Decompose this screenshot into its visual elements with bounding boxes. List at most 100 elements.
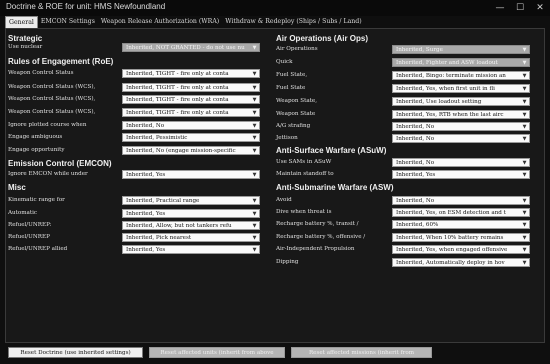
chevron-down-icon: ▼ <box>522 172 527 178</box>
tab-strip: General EMCON Settings Weapon Release Au… <box>5 16 365 28</box>
chevron-down-icon: ▼ <box>252 198 257 204</box>
chevron-down-icon: ▼ <box>252 148 257 154</box>
chevron-down-icon: ▼ <box>252 97 257 103</box>
section-emcon: Emission Control (EMCON) <box>8 159 112 168</box>
label-recharge-offensive: Recharge battery %, offensive / <box>276 234 366 240</box>
chevron-down-icon: ▼ <box>252 110 257 116</box>
chevron-down-icon: ▼ <box>522 86 527 92</box>
chevron-down-icon: ▼ <box>252 235 257 241</box>
chevron-down-icon: ▼ <box>252 45 257 51</box>
label-engage-opportunity: Engage opportunity <box>8 147 65 153</box>
section-strategic: Strategic <box>8 34 43 43</box>
label-engage-ambiguous: Engage ambiguous <box>8 134 63 140</box>
select-wcs-general[interactable]: Inherited, TIGHT - fire only at conta ▼ <box>122 69 260 78</box>
window-controls: — ☐ ✕ <box>490 0 550 16</box>
title-bar: Doctrine & ROE for unit: HMS Newfoundlan… <box>0 0 550 16</box>
select-engage-opportunity[interactable]: Inherited, No (engage mission-specific ▼ <box>122 146 260 155</box>
label-avoid: Avoid <box>276 197 292 203</box>
label-fuel-state-2: Fuel State <box>276 85 306 91</box>
label-ignore-plotted-course: Ignore plotted course when <box>8 122 87 128</box>
label-kinematic-range: Kinematic range for <box>8 197 65 203</box>
select-automatic[interactable]: Inherited, Yes ▼ <box>122 209 260 218</box>
select-recharge-offensive[interactable]: Inherited, When 10% battery remains ▼ <box>392 233 530 242</box>
reset-doctrine-button[interactable]: Reset Doctrine (use inherited settings) <box>8 347 143 358</box>
select-jettison[interactable]: Inherited, No ▼ <box>392 134 530 143</box>
select-recharge-transit[interactable]: Inherited, 60% ▼ <box>392 220 530 229</box>
label-quick: Quick <box>276 59 293 65</box>
label-use-sams-asuw: Use SAMs in ASuW <box>276 159 332 165</box>
reset-affected-units-button[interactable]: Reset affected units (inherit from above <box>149 347 285 358</box>
tab-withdraw-redeploy[interactable]: Withdraw & Redeploy (Ships / Subs / Land… <box>222 16 364 28</box>
label-automatic: Automatic <box>8 210 38 216</box>
label-air-operations: Air Operations <box>276 46 318 52</box>
chevron-down-icon: ▼ <box>522 99 527 105</box>
select-dipping[interactable]: Inherited, Automatically deploy in hov ▼ <box>392 258 530 267</box>
label-dive-when-threat: Dive when threat is <box>276 209 332 215</box>
select-avoid[interactable]: Inherited, No ▼ <box>392 196 530 205</box>
tab-general[interactable]: General <box>5 16 38 28</box>
chevron-down-icon: ▼ <box>522 260 527 266</box>
select-wcs-surface[interactable]: Inherited, TIGHT - fire only at conta ▼ <box>122 95 260 104</box>
select-weapon-state-2[interactable]: Inherited, Yes, RTB when the last airc ▼ <box>392 110 530 119</box>
label-maintain-standoff: Maintain standoff to <box>276 171 334 177</box>
chevron-down-icon: ▼ <box>522 124 527 130</box>
select-fuel-state-1[interactable]: Inherited, Bingo: terminate mission an ▼ <box>392 71 530 80</box>
select-air-operations[interactable]: Inherited, Surge ▼ <box>392 45 530 54</box>
select-ignore-plotted-course[interactable]: Inherited, No ▼ <box>122 121 260 130</box>
section-air-ops: Air Operations (Air Ops) <box>276 34 369 43</box>
select-use-sams-asuw[interactable]: Inherited, No ▼ <box>392 158 530 167</box>
section-asw: Anti-Submarine Warfare (ASW) <box>276 183 394 192</box>
select-refuel-unrep-2[interactable]: Inherited, Pick nearest ▼ <box>122 233 260 242</box>
select-wcs-subsurface[interactable]: Inherited, TIGHT - fire only at conta ▼ <box>122 108 260 117</box>
label-wcs-general: Weapon Control Status <box>8 70 74 76</box>
label-use-nuclear: Use nuclear <box>8 44 43 50</box>
chevron-down-icon: ▼ <box>252 123 257 129</box>
label-aip: Air-Independent Propulsion <box>276 246 355 252</box>
select-engage-ambiguous[interactable]: Inherited, Pessimistic ▼ <box>122 133 260 142</box>
chevron-down-icon: ▼ <box>252 247 257 253</box>
select-maintain-standoff[interactable]: Inherited, Yes ▼ <box>392 170 530 179</box>
select-ignore-emcon[interactable]: Inherited, Yes ▼ <box>122 170 260 179</box>
label-refuel-unrep-allied: Refuel/UNREP allied <box>8 246 68 252</box>
select-refuel-unrep-1[interactable]: Inherited, Allow, but not tankers refu ▼ <box>122 221 260 230</box>
chevron-down-icon: ▼ <box>522 222 527 228</box>
select-kinematic-range[interactable]: Inherited, Practical range ▼ <box>122 196 260 205</box>
label-wcs-air: Weapon Control Status (WCS), <box>8 84 96 90</box>
maximize-icon[interactable]: ☐ <box>510 0 530 16</box>
select-refuel-unrep-allied[interactable]: Inherited, Yes ▼ <box>122 245 260 254</box>
section-asuw: Anti-Surface Warfare (ASuW) <box>276 146 387 155</box>
chevron-down-icon: ▼ <box>522 136 527 142</box>
tab-emcon-settings[interactable]: EMCON Settings <box>38 16 98 28</box>
doctrine-window: Doctrine & ROE for unit: HMS Newfoundlan… <box>0 0 550 364</box>
chevron-down-icon: ▼ <box>522 198 527 204</box>
label-jettison: Jettison <box>276 135 298 141</box>
select-aip[interactable]: Inherited, Yes, when engaged offensive ▼ <box>392 245 530 254</box>
label-weapon-state-1: Weapon State, <box>276 98 318 104</box>
chevron-down-icon: ▼ <box>522 247 527 253</box>
close-icon[interactable]: ✕ <box>530 0 550 16</box>
label-refuel-unrep-2: Refuel/UNREP <box>8 234 50 240</box>
select-wcs-air[interactable]: Inherited, TIGHT - fire only at conta ▼ <box>122 83 260 92</box>
reset-affected-missions-button[interactable]: Reset affected missions (inherit from <box>291 347 432 358</box>
label-ag-strafing: A/G strafing <box>276 123 311 129</box>
select-use-nuclear[interactable]: Inherited, NOT GRANTED - do not use nu ▼ <box>122 43 260 52</box>
label-fuel-state-1: Fuel State, <box>276 72 308 78</box>
chevron-down-icon: ▼ <box>522 73 527 79</box>
select-fuel-state-2[interactable]: Inherited, Yes, when first unit in fli ▼ <box>392 84 530 93</box>
section-misc: Misc <box>8 183 26 192</box>
tab-weapon-release-authorization[interactable]: Weapon Release Authorization (WRA) <box>98 16 222 28</box>
chevron-down-icon: ▼ <box>522 60 527 66</box>
select-weapon-state-1[interactable]: Inherited, Use loadout setting ▼ <box>392 97 530 106</box>
minimize-icon[interactable]: — <box>490 0 510 16</box>
select-ag-strafing[interactable]: Inherited, No ▼ <box>392 122 530 131</box>
label-refuel-unrep-1: Refuel/UNREP: <box>8 222 52 228</box>
label-weapon-state-2: Weapon State <box>276 111 316 117</box>
window-title: Doctrine & ROE for unit: HMS Newfoundlan… <box>6 2 166 11</box>
chevron-down-icon: ▼ <box>252 85 257 91</box>
section-roe: Rules of Engagement (RoE) <box>8 57 114 66</box>
select-quick[interactable]: Inherited, Fighter and ASW loadout ▼ <box>392 58 530 67</box>
select-dive-when-threat[interactable]: Inherited, Yes, on ESM detection and t ▼ <box>392 208 530 217</box>
chevron-down-icon: ▼ <box>252 71 257 77</box>
label-recharge-transit: Recharge battery %, transit / <box>276 221 359 227</box>
chevron-down-icon: ▼ <box>522 47 527 53</box>
